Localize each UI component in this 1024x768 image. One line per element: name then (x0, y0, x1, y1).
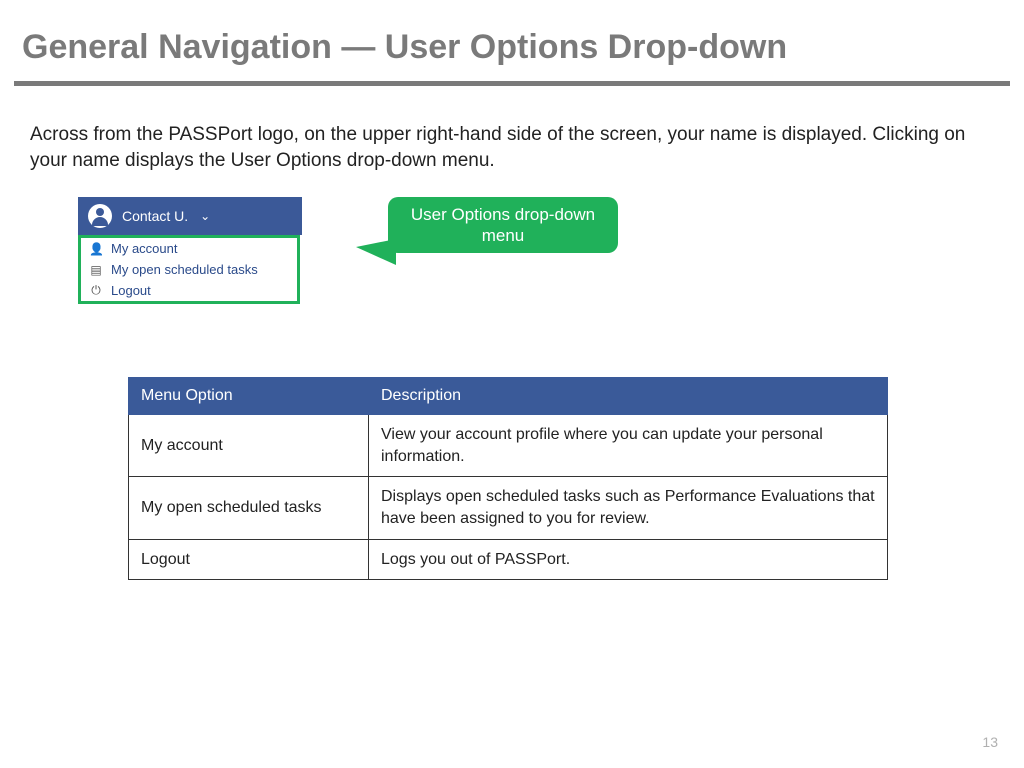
cell-description: View your account profile where you can … (369, 415, 888, 477)
menu-item-open-tasks[interactable]: ▤ My open scheduled tasks (81, 259, 297, 280)
menu-item-label: My account (111, 241, 177, 256)
menu-item-label: My open scheduled tasks (111, 262, 258, 277)
table-header-option: Menu Option (129, 378, 369, 415)
chevron-down-icon: ⌄ (200, 209, 210, 223)
options-table: Menu Option Description My account View … (128, 377, 888, 580)
illustration-area: Contact U. ⌄ 👤 My account ▤ My open sche… (78, 197, 1024, 337)
menu-item-logout[interactable]: ⏻ Logout (81, 280, 297, 301)
table-header-row: Menu Option Description (129, 378, 888, 415)
page-number: 13 (982, 734, 998, 750)
menu-item-label: Logout (111, 283, 151, 298)
person-icon: 👤 (89, 242, 103, 256)
user-header-bar[interactable]: Contact U. ⌄ (78, 197, 302, 235)
page-title: General Navigation — User Options Drop-d… (0, 0, 1024, 81)
table-row: My open scheduled tasks Displays open sc… (129, 477, 888, 539)
callout-box: User Options drop-down menu (388, 197, 618, 253)
intro-text: Across from the PASSPort logo, on the up… (0, 86, 1024, 173)
power-icon: ⏻ (89, 283, 103, 298)
cell-description: Displays open scheduled tasks such as Pe… (369, 477, 888, 539)
cell-description: Logs you out of PASSPort. (369, 539, 888, 580)
user-name-label: Contact U. (122, 208, 188, 224)
document-icon: ▤ (89, 263, 103, 277)
user-options-dropdown: 👤 My account ▤ My open scheduled tasks ⏻… (78, 235, 300, 304)
table-header-description: Description (369, 378, 888, 415)
cell-option: My open scheduled tasks (129, 477, 369, 539)
table-row: My account View your account profile whe… (129, 415, 888, 477)
avatar-icon (88, 204, 112, 228)
menu-item-my-account[interactable]: 👤 My account (81, 238, 297, 259)
cell-option: Logout (129, 539, 369, 580)
cell-option: My account (129, 415, 369, 477)
table-row: Logout Logs you out of PASSPort. (129, 539, 888, 580)
